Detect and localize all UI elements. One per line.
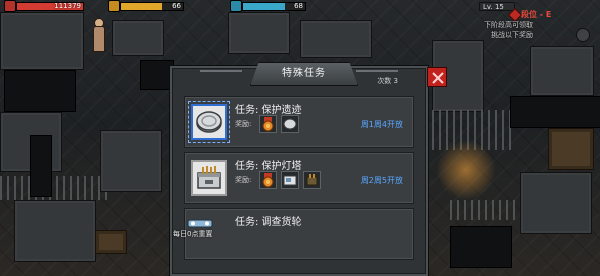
mission-row-protect-lighthouse[interactable]: 任务: 保护灯塔 奖励: 周2周5开放 [184, 152, 414, 204]
hint-line-2: 挑战以下奖励 [491, 31, 533, 39]
rank-label: 段位 - E [521, 10, 552, 19]
health-value: 111379 [54, 2, 81, 10]
level-badge: Lv. 15 [479, 2, 515, 11]
mission-title: 任务: 调查货轮 [235, 217, 302, 228]
water-icon [230, 0, 242, 12]
close-x-icon [432, 72, 444, 84]
mission-row-investigate-freighter[interactable]: 任务: 调查货轮 [184, 208, 414, 260]
food-value: 66 [172, 2, 181, 10]
orange-medal-icon [259, 171, 277, 189]
mission-row-protect-ruins[interactable]: 任务: 保护遗迹 奖励: 周1周4开放 [184, 96, 414, 148]
corner-button-icon[interactable] [576, 28, 590, 42]
daily-reset-label: 每日0点重置 [173, 230, 213, 238]
reset-icon [186, 214, 214, 228]
health-icon [4, 0, 16, 12]
supply-crate-icon [191, 160, 227, 196]
silver-coin-icon [188, 101, 230, 143]
orange-medal-icon [259, 115, 277, 133]
silver-coin-icon [281, 115, 299, 133]
title-bracket-left [200, 70, 242, 78]
water-value: 68 [294, 2, 303, 10]
food-icon [108, 0, 120, 12]
reward-label: 奖励: [235, 120, 252, 128]
hint-line-1: 下阶段高可领取 [484, 21, 533, 29]
special-mission-panel: 特殊任务 次数 3 任务: 保护遗迹 奖励: 周1周4开放 任务: 保护灯塔 奖… [170, 62, 428, 276]
mission-title: 任务: 保护遗迹 [235, 105, 302, 116]
open-days: 周2周5开放 [360, 176, 403, 185]
panel-title: 特殊任务 [250, 62, 358, 86]
reward-label: 奖励: [235, 176, 252, 184]
open-days: 周1周4开放 [360, 120, 403, 129]
health-bar: 111379 [16, 2, 84, 11]
close-button[interactable] [427, 67, 447, 87]
water-bar: 68 [242, 2, 306, 11]
mission-title: 任务: 保护灯塔 [235, 161, 302, 172]
ammo-box-icon [303, 171, 321, 189]
blueprint-icon [281, 171, 299, 189]
attempts-count: 次数 3 [377, 77, 398, 85]
food-bar: 66 [120, 2, 184, 11]
